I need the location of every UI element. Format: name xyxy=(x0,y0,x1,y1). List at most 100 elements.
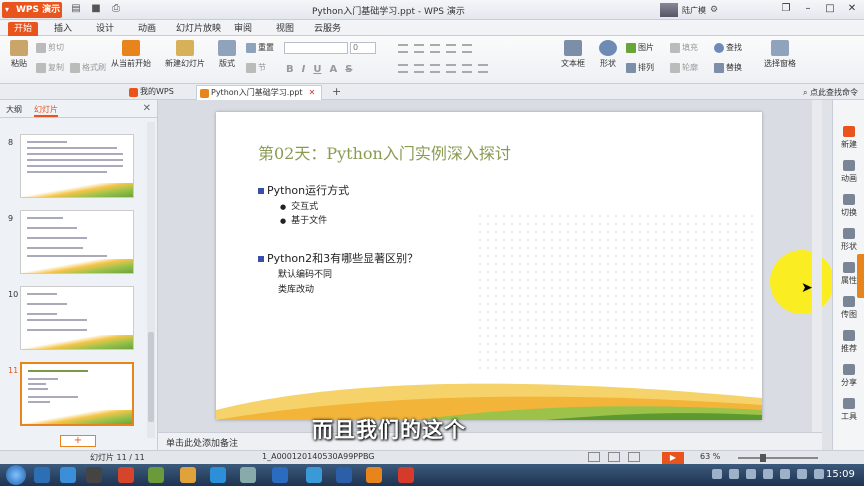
minimize-icon[interactable]: – xyxy=(802,3,814,15)
slide-thumbnail-8[interactable] xyxy=(20,134,134,198)
tab-outline[interactable]: 大纲 xyxy=(6,104,22,115)
indent-decrease-icon[interactable] xyxy=(430,44,440,53)
notes-pane[interactable]: 单击此处添加备注 xyxy=(158,432,822,450)
replace-button[interactable]: 替换 xyxy=(714,62,742,73)
app-icon[interactable] xyxy=(398,467,414,483)
app-icon[interactable] xyxy=(306,467,322,483)
open-icon[interactable]: ▤ xyxy=(70,3,82,15)
align-center-icon[interactable] xyxy=(414,64,424,73)
bullet-item[interactable]: Python2和3有哪些显著区别？ xyxy=(258,250,418,266)
tab-view[interactable]: 视图 xyxy=(270,22,300,36)
sub-bullet-item[interactable]: 交互式 xyxy=(280,199,318,212)
tab-home[interactable]: 开始 xyxy=(8,22,39,36)
tray-icon[interactable] xyxy=(712,469,722,479)
restore-down-icon[interactable]: ❐ xyxy=(780,3,792,15)
copy-button[interactable]: 复制 xyxy=(36,62,64,73)
italic-icon[interactable]: I xyxy=(302,64,306,75)
close-panel-icon[interactable]: ✕ xyxy=(143,103,151,114)
slide[interactable]: 第02天：Python入门实例深入探讨 Python运行方式 交互式 基于文件 … xyxy=(216,112,762,420)
indent-increase-icon[interactable] xyxy=(446,44,456,53)
panel-expand-tab[interactable] xyxy=(857,254,864,298)
underline-icon[interactable]: U xyxy=(313,64,321,75)
new-button[interactable]: 新建 xyxy=(833,126,864,150)
arrange-button[interactable]: 排列 xyxy=(626,62,654,73)
align-left-icon[interactable] xyxy=(398,64,408,73)
from-current-button[interactable]: 从当前开始 xyxy=(106,40,156,69)
body-text[interactable]: 默认编码不同 xyxy=(278,267,332,280)
fill-button[interactable]: 填充 xyxy=(670,42,698,53)
reading-view-icon[interactable] xyxy=(628,452,640,462)
format-painter-button[interactable]: 格式刷 xyxy=(70,62,106,73)
recommend-button[interactable]: 推荐 xyxy=(833,330,864,354)
outline-button[interactable]: 轮廓 xyxy=(670,62,698,73)
select-pane-button[interactable]: 选择窗格 xyxy=(760,40,800,69)
explorer-icon[interactable] xyxy=(34,467,50,483)
app-icon[interactable] xyxy=(210,467,226,483)
normal-view-icon[interactable] xyxy=(588,452,600,462)
terminal-icon[interactable] xyxy=(86,467,102,483)
font-size-select[interactable]: 0 xyxy=(350,42,376,54)
app-icon[interactable] xyxy=(272,467,288,483)
play-slideshow-button[interactable]: ▶ xyxy=(662,452,684,464)
tab-slideshow[interactable]: 幻灯片放映 xyxy=(170,22,227,36)
tab-slides[interactable]: 幻灯片 xyxy=(34,104,58,117)
network-icon[interactable] xyxy=(746,469,756,479)
word-icon[interactable] xyxy=(336,467,352,483)
new-slide-button[interactable]: 新建幻灯片 xyxy=(160,40,210,69)
volume-icon[interactable] xyxy=(763,469,773,479)
zoom-slider[interactable] xyxy=(738,457,818,459)
tab-design[interactable]: 设计 xyxy=(90,22,120,36)
slide-thumbnail-9[interactable] xyxy=(20,210,134,274)
cut-button[interactable]: 剪切 xyxy=(36,42,64,53)
tab-review[interactable]: 审阅 xyxy=(228,22,258,36)
tray-icon[interactable] xyxy=(814,469,824,479)
tab-document[interactable]: Python入门基础学习.ppt ✕ xyxy=(196,85,323,100)
print-icon[interactable]: ⎙ xyxy=(110,3,122,15)
wps-app-menu-button[interactable]: ▾ WPS 演示 xyxy=(2,2,62,18)
align-justify-icon[interactable] xyxy=(446,64,456,73)
start-button[interactable] xyxy=(6,465,26,485)
transition-button[interactable]: 切换 xyxy=(833,194,864,218)
body-text[interactable]: 类库改动 xyxy=(278,282,314,295)
find-button[interactable]: 查找 xyxy=(714,42,742,53)
font-color-icon[interactable]: A xyxy=(329,64,337,75)
tab-my-wps[interactable]: 我的WPS xyxy=(126,85,180,100)
app-icon[interactable] xyxy=(240,467,256,483)
textbox-button[interactable]: 文本框 xyxy=(556,40,590,69)
panel-scrollbar[interactable] xyxy=(147,122,155,438)
close-icon[interactable]: ✕ xyxy=(846,3,858,15)
tab-insert[interactable]: 插入 xyxy=(48,22,78,36)
scrollbar-thumb[interactable] xyxy=(148,332,154,422)
picture-button[interactable]: 图片 xyxy=(626,42,654,53)
paste-button[interactable]: 粘贴 xyxy=(6,40,32,69)
slide-thumbnail-10[interactable] xyxy=(20,286,134,350)
tray-icon[interactable] xyxy=(797,469,807,479)
slide-thumbnail-11[interactable] xyxy=(20,362,134,426)
font-name-select[interactable] xyxy=(284,42,348,54)
app-icon[interactable] xyxy=(148,467,164,483)
save-icon[interactable]: ■ xyxy=(90,3,102,15)
layout-button[interactable]: 版式 xyxy=(214,40,240,69)
tray-icon[interactable] xyxy=(780,469,790,479)
shape-button[interactable]: 形状 xyxy=(594,40,622,69)
bullet-item[interactable]: Python运行方式 xyxy=(258,182,349,198)
slide-title[interactable]: 第02天：Python入门实例深入探讨 xyxy=(258,140,511,164)
browser-icon[interactable] xyxy=(60,467,76,483)
sub-bullet-item[interactable]: 基于文件 xyxy=(280,213,327,226)
section-button[interactable]: 节 xyxy=(246,62,266,73)
settings-icon[interactable]: ⚙ xyxy=(710,5,718,15)
tab-animation[interactable]: 动画 xyxy=(132,22,162,36)
shape-panel-button[interactable]: 形状 xyxy=(833,228,864,252)
bullet-list-icon[interactable] xyxy=(398,44,408,53)
sorter-view-icon[interactable] xyxy=(608,452,620,462)
align-right-icon[interactable] xyxy=(430,64,440,73)
zoom-slider-knob[interactable] xyxy=(760,454,766,462)
app-icon[interactable] xyxy=(180,467,196,483)
text-direction-icon[interactable] xyxy=(478,64,488,73)
new-tab-icon[interactable]: + xyxy=(332,85,341,98)
animation-button[interactable]: 动画 xyxy=(833,160,864,184)
bold-icon[interactable]: B xyxy=(286,64,294,75)
canvas-scrollbar[interactable] xyxy=(812,100,822,432)
reset-button[interactable]: 重置 xyxy=(246,42,274,53)
line-spacing-icon[interactable] xyxy=(462,44,472,53)
